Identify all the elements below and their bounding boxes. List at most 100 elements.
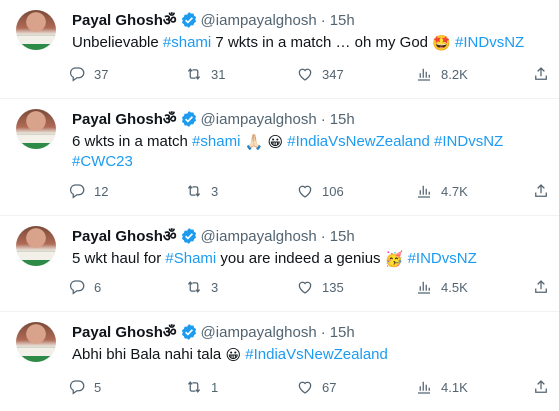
share-button[interactable]	[532, 277, 550, 297]
retweet-button[interactable]: 3	[185, 181, 218, 201]
hashtag-link[interactable]: #Shami	[165, 250, 216, 267]
timestamp[interactable]: 15h	[330, 12, 355, 29]
author-handle[interactable]: @iampayalghosh	[201, 324, 317, 341]
retweet-count: 31	[211, 66, 226, 82]
heart-icon	[298, 185, 312, 198]
verified-badge-icon	[181, 12, 196, 28]
avatar[interactable]	[16, 226, 56, 266]
folded-hands-emoji: 🙏🏻	[244, 134, 264, 151]
hashtag-link[interactable]: #INDvsNZ	[434, 133, 503, 150]
text-segment: 6 wkts in a match	[72, 133, 193, 150]
heart-icon	[298, 68, 312, 81]
author-name[interactable]: Payal Ghoshॐ	[72, 226, 177, 246]
hashtag-link[interactable]: #shami	[163, 34, 211, 51]
share-button[interactable]	[532, 181, 550, 201]
like-button[interactable]: 347	[296, 64, 344, 84]
star-struck-emoji: 🤩	[432, 35, 451, 52]
views-count: 4.7K	[441, 183, 468, 199]
views-button[interactable]: 4.7K	[415, 181, 468, 201]
retweet-button[interactable]: 1	[185, 377, 218, 397]
views-count: 4.1K	[441, 379, 468, 395]
heart-icon	[298, 381, 312, 394]
verified-badge-icon	[181, 228, 196, 244]
share-button[interactable]	[532, 64, 550, 84]
tweet-actions: 12 3 106 4.7K	[68, 181, 548, 201]
text-segment: you are indeed a genius	[216, 250, 385, 267]
reply-count: 5	[94, 379, 102, 395]
tweet-actions: 37 31 347 8.2K	[68, 64, 548, 84]
tweet[interactable]: Payal Ghoshॐ @iampayalghosh · 15h 5 wkt …	[0, 216, 559, 312]
separator-dot: ·	[320, 227, 326, 245]
share-icon	[535, 280, 547, 293]
reply-count: 37	[94, 66, 109, 82]
hashtag-link[interactable]: #CWC23	[72, 153, 133, 170]
share-button[interactable]	[532, 377, 550, 397]
avatar[interactable]	[16, 10, 56, 50]
share-icon	[535, 67, 547, 80]
text-segment: Abhi bhi Bala nahi tala	[72, 346, 226, 363]
reply-button[interactable]: 37	[68, 64, 108, 84]
separator-dot: ·	[320, 110, 326, 128]
like-count: 347	[322, 66, 344, 82]
separator-dot: ·	[320, 11, 326, 29]
tweet-text: Unbelievable #shami 7 wkts in a match … …	[72, 33, 542, 53]
text-segment: Unbelievable	[72, 34, 163, 51]
hashtag-link[interactable]: #IndiaVsNewZealand	[245, 346, 388, 363]
avatar[interactable]	[16, 322, 56, 362]
views-icon	[418, 281, 430, 294]
separator-dot: ·	[320, 323, 326, 341]
views-button[interactable]: 4.1K	[415, 377, 468, 397]
reply-button[interactable]: 6	[68, 277, 101, 297]
reply-count: 12	[94, 183, 109, 199]
author-name[interactable]: Payal Ghoshॐ	[72, 322, 177, 342]
like-button[interactable]: 67	[296, 377, 336, 397]
reply-icon	[69, 184, 85, 199]
retweet-count: 3	[211, 183, 219, 199]
partying-face-emoji: 🥳	[384, 251, 404, 268]
avatar[interactable]	[16, 109, 56, 149]
tweet[interactable]: Payal Ghoshॐ @iampayalghosh · 15h Unbeli…	[0, 0, 559, 99]
timestamp[interactable]: 15h	[330, 111, 355, 128]
tweet[interactable]: Payal Ghoshॐ @iampayalghosh · 15h 6 wkts…	[0, 99, 559, 216]
like-button[interactable]: 135	[296, 277, 344, 297]
views-button[interactable]: 8.2K	[415, 64, 468, 84]
retweet-icon	[187, 68, 201, 80]
retweet-count: 1	[211, 379, 219, 395]
share-icon	[535, 380, 547, 393]
retweet-button[interactable]: 3	[185, 277, 218, 297]
views-button[interactable]: 4.5K	[415, 277, 468, 297]
author-name[interactable]: Payal Ghoshॐ	[72, 10, 177, 30]
verified-badge-icon	[181, 324, 196, 340]
tweet-header: Payal Ghoshॐ @iampayalghosh · 15h	[72, 10, 559, 30]
author-handle[interactable]: @iampayalghosh	[201, 12, 317, 29]
timestamp[interactable]: 15h	[330, 228, 355, 245]
tweet-header: Payal Ghoshॐ @iampayalghosh · 15h	[72, 322, 559, 342]
hashtag-link[interactable]: #INDvsNZ	[408, 250, 477, 267]
like-count: 106	[322, 183, 344, 199]
timestamp[interactable]: 15h	[330, 324, 355, 341]
like-count: 135	[322, 279, 344, 295]
retweet-icon	[187, 281, 201, 293]
author-handle[interactable]: @iampayalghosh	[201, 228, 317, 245]
text-segment: 5 wkt haul for	[72, 250, 166, 267]
hashtag-link[interactable]: #INDvsNZ	[455, 34, 524, 51]
retweet-button[interactable]: 31	[185, 64, 225, 84]
tweet[interactable]: Payal Ghoshॐ @iampayalghosh · 15h Abhi b…	[0, 312, 559, 411]
like-button[interactable]: 106	[296, 181, 344, 201]
tweet-text: 5 wkt haul for #Shami you are indeed a g…	[72, 249, 542, 269]
tweet-header: Payal Ghoshॐ @iampayalghosh · 15h	[72, 226, 559, 246]
reply-button[interactable]: 5	[68, 377, 101, 397]
verified-badge-icon	[181, 111, 196, 127]
reply-button[interactable]: 12	[68, 181, 108, 201]
hashtag-link[interactable]: #shami	[192, 133, 240, 150]
grinning-face-emoji: 😀	[225, 347, 242, 364]
tweet-actions: 6 3 135 4.5K	[68, 277, 548, 297]
hashtag-link[interactable]: #IndiaVsNewZealand	[287, 133, 430, 150]
views-count: 4.5K	[441, 279, 468, 295]
text-segment: 7 wkts in a match … oh my God	[211, 34, 433, 51]
retweet-count: 3	[211, 279, 219, 295]
tweet-header: Payal Ghoshॐ @iampayalghosh · 15h	[72, 109, 559, 129]
author-handle[interactable]: @iampayalghosh	[201, 111, 317, 128]
author-name[interactable]: Payal Ghoshॐ	[72, 109, 177, 129]
reply-count: 6	[94, 279, 102, 295]
